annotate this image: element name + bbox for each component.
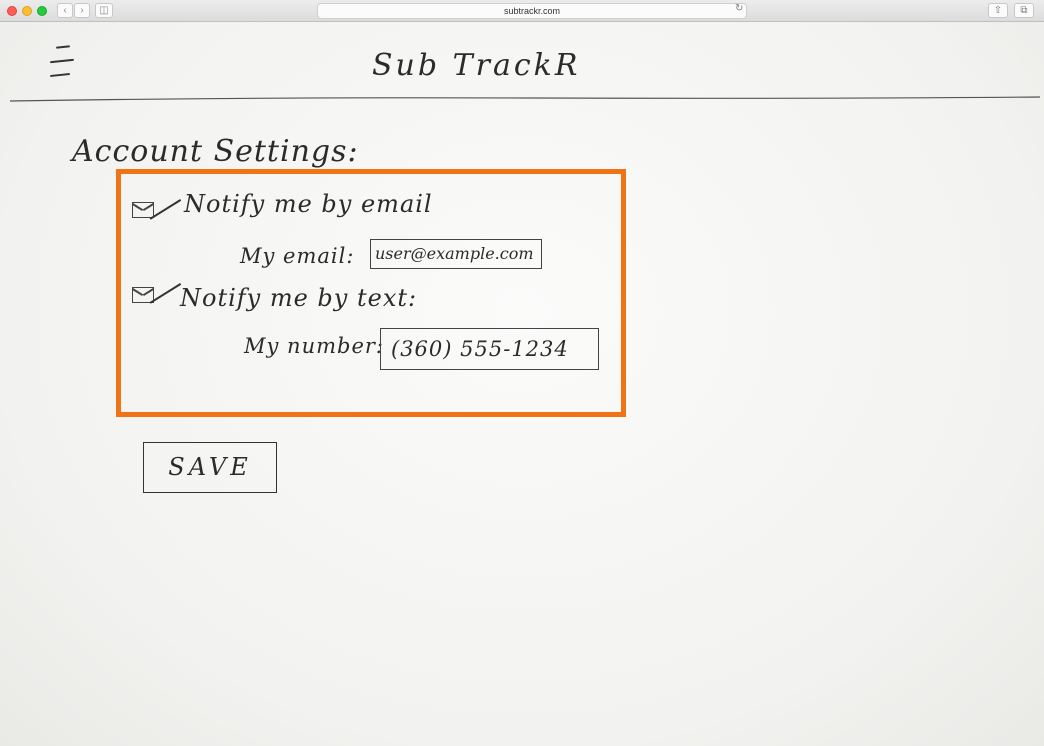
- email-field-label: My email:: [240, 244, 355, 268]
- browser-toolbar: ‹ › ◫ subtrackr.com ↻ ⇧ ⧉: [0, 0, 1044, 22]
- back-icon[interactable]: ‹: [57, 3, 73, 18]
- forward-icon[interactable]: ›: [74, 3, 90, 18]
- share-icon[interactable]: ⇧: [988, 3, 1008, 18]
- text-notify-label: Notify me by text:: [180, 284, 418, 312]
- minimize-window-button[interactable]: [22, 6, 32, 16]
- email-field[interactable]: user@example.com: [370, 239, 542, 269]
- reload-icon[interactable]: ↻: [735, 3, 743, 14]
- email-notify-checkbox[interactable]: [132, 202, 154, 218]
- phone-field[interactable]: (360) 555-1234: [380, 328, 599, 370]
- page-title: Account Settings:: [72, 134, 359, 169]
- save-button[interactable]: SAVE: [143, 442, 277, 493]
- address-bar[interactable]: subtrackr.com: [317, 3, 747, 19]
- tabs-icon[interactable]: ⧉: [1014, 3, 1034, 18]
- email-notify-label: Notify me by email: [184, 190, 433, 218]
- header-divider: [10, 96, 1040, 102]
- zoom-window-button[interactable]: [37, 6, 47, 16]
- phone-field-label: My number:: [244, 334, 384, 358]
- sidebar-icon[interactable]: ◫: [95, 3, 113, 18]
- app-title: Sub TrackR: [372, 48, 581, 83]
- page-content: Sub TrackR Account Settings: Notify me b…: [0, 22, 1044, 746]
- close-window-button[interactable]: [7, 6, 17, 16]
- hamburger-menu-icon[interactable]: [49, 44, 78, 80]
